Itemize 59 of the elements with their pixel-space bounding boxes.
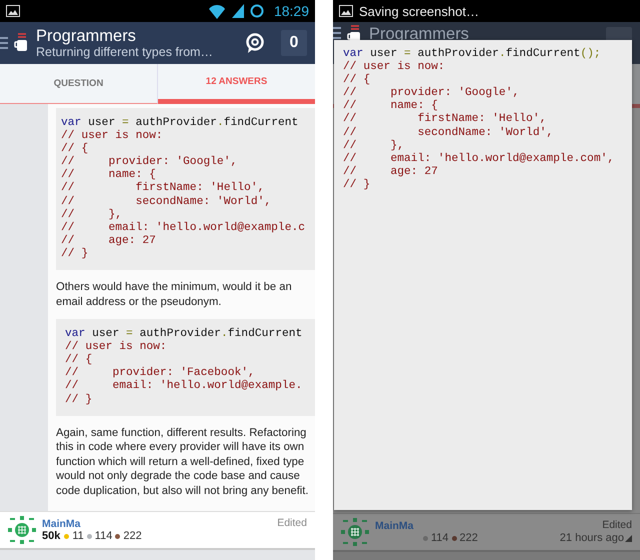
code-line: // } [343, 178, 370, 192]
site-title: Programmers [369, 25, 470, 43]
user-name[interactable]: MainMa [375, 520, 554, 532]
code-line: // } [65, 394, 92, 407]
edit-time: 21 hours ago [560, 532, 624, 545]
signal-icon [232, 4, 244, 18]
code-line: // age: 27 [343, 166, 438, 178]
ring-icon [250, 4, 264, 18]
badge-count: 222 [123, 530, 142, 542]
code-line: // user is now: [343, 61, 445, 74]
question-subtitle: Returning different types from… [36, 44, 214, 60]
code-line: // firstName: 'Hello', [343, 113, 546, 126]
reputation-score: 50k [42, 530, 60, 542]
code-line: // { [65, 354, 92, 366]
avatar-icon [341, 518, 369, 546]
code-line: // age: 27 [61, 234, 156, 248]
notification-text: Saving screenshot… [359, 4, 479, 18]
code-line: // firstName: 'Hello', [61, 182, 264, 196]
avatar-icon [8, 516, 36, 544]
code-line: // }, [61, 208, 122, 222]
answer-paragraph: Others would have the minimum, would it be an email address or the pseudonym. [56, 280, 293, 310]
badge-count: 222 [460, 532, 478, 544]
code-line: // { [343, 74, 370, 86]
notification-count[interactable]: 0 [281, 30, 307, 56]
code-line: // email: 'hello.world@example.c [61, 222, 306, 234]
edited-label: Edited [602, 519, 632, 532]
clock-time: 18:29 [274, 3, 309, 19]
badge-count: 11 [72, 530, 84, 542]
code-line: // } [61, 248, 88, 262]
code-line: // user is now: [65, 341, 167, 354]
badge-count: 114 [94, 530, 112, 542]
code-line: // email: 'hello.world@example.com', [343, 152, 614, 166]
code-line: // provider: 'Google', [343, 87, 520, 100]
wifi-icon [208, 4, 226, 18]
code-line: // provider: 'Facebook', [65, 367, 255, 380]
code-line: // email: 'hello.world@example. [65, 380, 302, 394]
edited-label: Edited [277, 517, 307, 530]
code-line: // provider: 'Google', [61, 156, 238, 168]
code-line: // { [61, 143, 88, 156]
menu-icon [333, 25, 341, 41]
cup-logo-icon [14, 33, 30, 53]
image-icon [6, 5, 20, 17]
menu-icon [0, 35, 8, 51]
code-line: var user = authProvider.findCurrent [65, 328, 302, 340]
code-line: // secondName: 'World', [343, 126, 554, 140]
code-line: // secondName: 'World', [61, 196, 272, 208]
chat-icon[interactable] [245, 32, 265, 54]
code-line: // name: { [343, 100, 438, 112]
user-name[interactable]: MainMa [42, 518, 272, 530]
code-line: var user = authProvider.findCurrent(); [343, 48, 601, 60]
corner-triangle-icon [625, 535, 632, 542]
badge-count: 114 [431, 532, 449, 544]
image-icon [339, 5, 353, 17]
code-line: // user is now: [61, 130, 163, 142]
code-line: var user = authProvider.findCurrent [61, 117, 298, 130]
answer-paragraph: Again, same function, different results. Refactoring this in code where every provider will have its own function which will return a well-defined, fixed type would not only degrade the code base and cause code duplication, but also will not bring any benefit. [56, 426, 310, 498]
code-line: // name: { [61, 169, 156, 182]
site-title: Programmers [36, 26, 137, 44]
code-line: // }, [343, 140, 404, 152]
